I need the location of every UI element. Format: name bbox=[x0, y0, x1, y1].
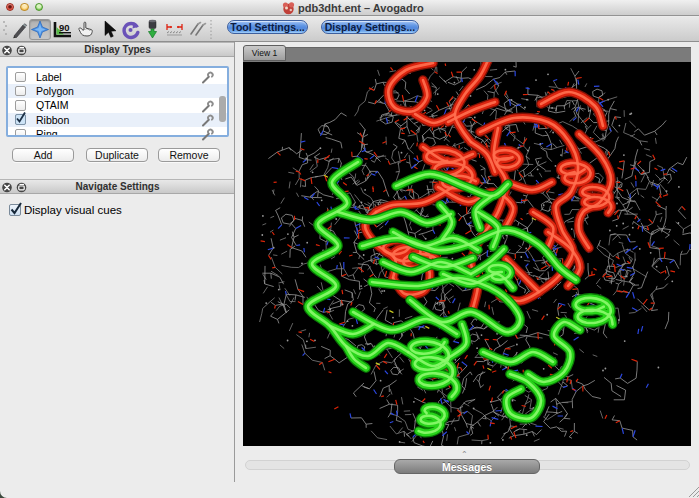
svg-text:90: 90 bbox=[59, 22, 70, 33]
